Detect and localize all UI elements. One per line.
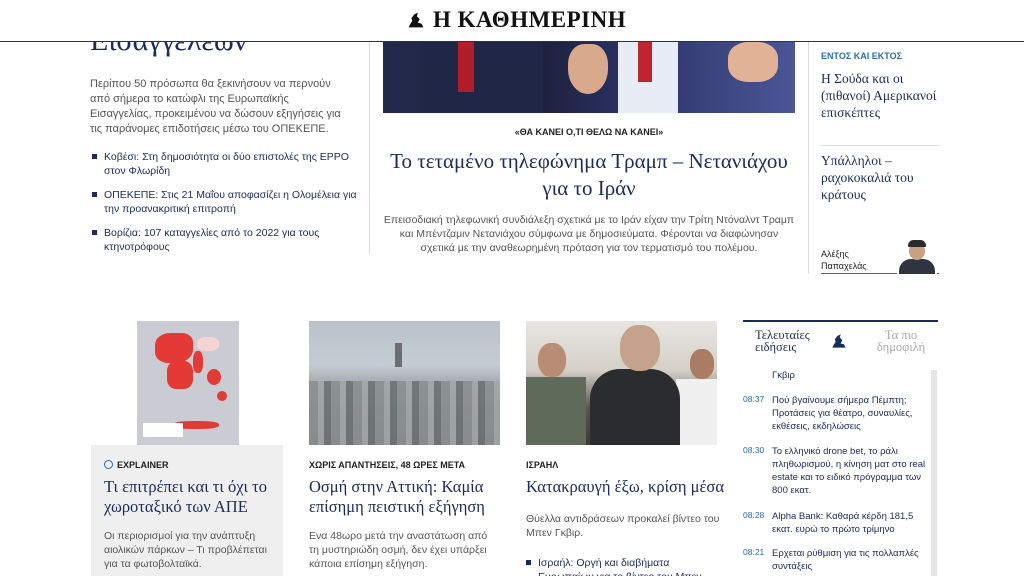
tab-latest-news[interactable]: Τελευταίες ειδήσεις — [755, 329, 825, 354]
card-title[interactable]: Οσμή στην Αττική: Καμία επίσημη πειστική… — [309, 477, 504, 517]
logo-text: Η ΚΑΘΗΜΕΡΙΝΗ — [433, 7, 627, 32]
related-link[interactable]: Βορίζια: 107 καταγγελίες από το 2022 για… — [92, 226, 357, 254]
crowd-photo-image[interactable] — [526, 321, 717, 445]
tab-most-popular[interactable]: Τα πιο δημοφιλή — [871, 329, 931, 354]
knight-logo-icon — [832, 334, 846, 348]
news-headline[interactable]: Το ελληνικό drone bet, το ράλι πληθωρισμ… — [772, 445, 927, 497]
author-avatar[interactable] — [897, 240, 937, 274]
news-headline[interactable]: Πού βγαίνουμε σήμερα Πέμπτη; Προτάσεις γ… — [772, 394, 927, 433]
hero-kicker: «ΘΑ ΚΑΝΕΙ Ο,ΤΙ ΘΕΛΩ ΝΑ ΚΑΝΕΙ» — [514, 127, 664, 137]
hero-image[interactable] — [383, 42, 795, 113]
related-link[interactable]: ΟΠΕΚΕΠΕ: Στις 21 Μαΐου αποφασίζει η Ολομ… — [92, 188, 357, 216]
card-summary: Θύελλα αντιδράσεων προκαλεί βίντεο του Μ… — [526, 513, 720, 539]
hero-summary: Επεισοδιακή τηλεφωνική συνδιάλεξη σχετικ… — [383, 214, 795, 254]
map-image[interactable] — [137, 321, 239, 445]
card-kicker: EXPLAINER — [104, 460, 169, 470]
lead-related-links: Κοβέσι: Στη δημοσιότητα οι δύο επιστολές… — [92, 150, 357, 264]
news-headline[interactable]: Alpha Bank: Καθαρά κέρδη 181,5 εκατ. ευρ… — [772, 510, 927, 536]
opinion-section-label[interactable]: ΕΝΤΟΣ ΚΑΙ ΕΚΤΟΣ — [821, 51, 902, 61]
author-name[interactable]: Αλέξης Παπαχελάς — [821, 248, 891, 272]
hero-title[interactable]: Το τεταμένο τηλεφώνημα Τραμπ – Νετανιάχο… — [383, 148, 795, 202]
divider — [821, 145, 939, 146]
related-link[interactable]: Ισραήλ: Οργή και διαβήματα Ευρωπαίων για… — [526, 556, 726, 576]
news-time: 08:30 — [743, 445, 765, 455]
card-summary: Ενα 48ωρο μετά την αναστάτωση από τη μυσ… — [309, 530, 488, 570]
card-title[interactable]: Τι επιτρέπει και τι όχι το χωροταξικό τω… — [104, 477, 279, 517]
news-headline[interactable]: Ερχεται ρύθμιση για τις πολλαπλές συντάξ… — [772, 547, 927, 573]
knight-logo-icon — [408, 12, 424, 28]
opinion-article[interactable]: Υπάλληλοι – ραχοκοκαλιά του κράτους — [821, 152, 951, 203]
latest-news-panel: Τελευταίες ειδήσεις Τα πιο δημοφιλή Γκβι… — [743, 320, 938, 576]
city-haze-image[interactable] — [309, 321, 500, 445]
news-time: 08:28 — [743, 510, 765, 520]
column-divider — [808, 42, 809, 274]
column-divider — [369, 42, 370, 254]
related-link[interactable]: Κοβέσι: Στη δημοσιότητα οι δύο επιστολές… — [92, 150, 357, 178]
news-time: 08:37 — [743, 394, 765, 404]
card-title[interactable]: Κατακραυγή έξω, κρίση μέσα — [526, 477, 726, 497]
site-header: Η ΚΑΘΗΜΕΡΙΝΗ — [0, 0, 1024, 42]
lead-summary: Περίπου 50 πρόσωπα θα ξεκινήσουν να περν… — [90, 78, 341, 135]
explainer-icon — [104, 460, 113, 469]
card-kicker: ΧΩΡΙΣ ΑΠΑΝΤΗΣΕΙΣ, 48 ΩΡΕΣ ΜΕΤΑ — [309, 460, 466, 470]
news-scrollbar[interactable] — [931, 370, 937, 576]
opinion-article[interactable]: Η Σούδα και οι (πιθανοί) Αμερικανοί επισ… — [821, 70, 951, 121]
news-item-tail[interactable]: Γκβιρ — [772, 370, 795, 381]
card-summary: Οι περιορισμοί για την ανάπτυξη αιολικών… — [104, 530, 267, 570]
card-kicker: ΙΣΡΑΗΛ — [526, 460, 559, 470]
news-time: 08:21 — [743, 547, 765, 557]
site-logo[interactable]: Η ΚΑΘΗΜΕΡΙΝΗ — [405, 7, 626, 33]
